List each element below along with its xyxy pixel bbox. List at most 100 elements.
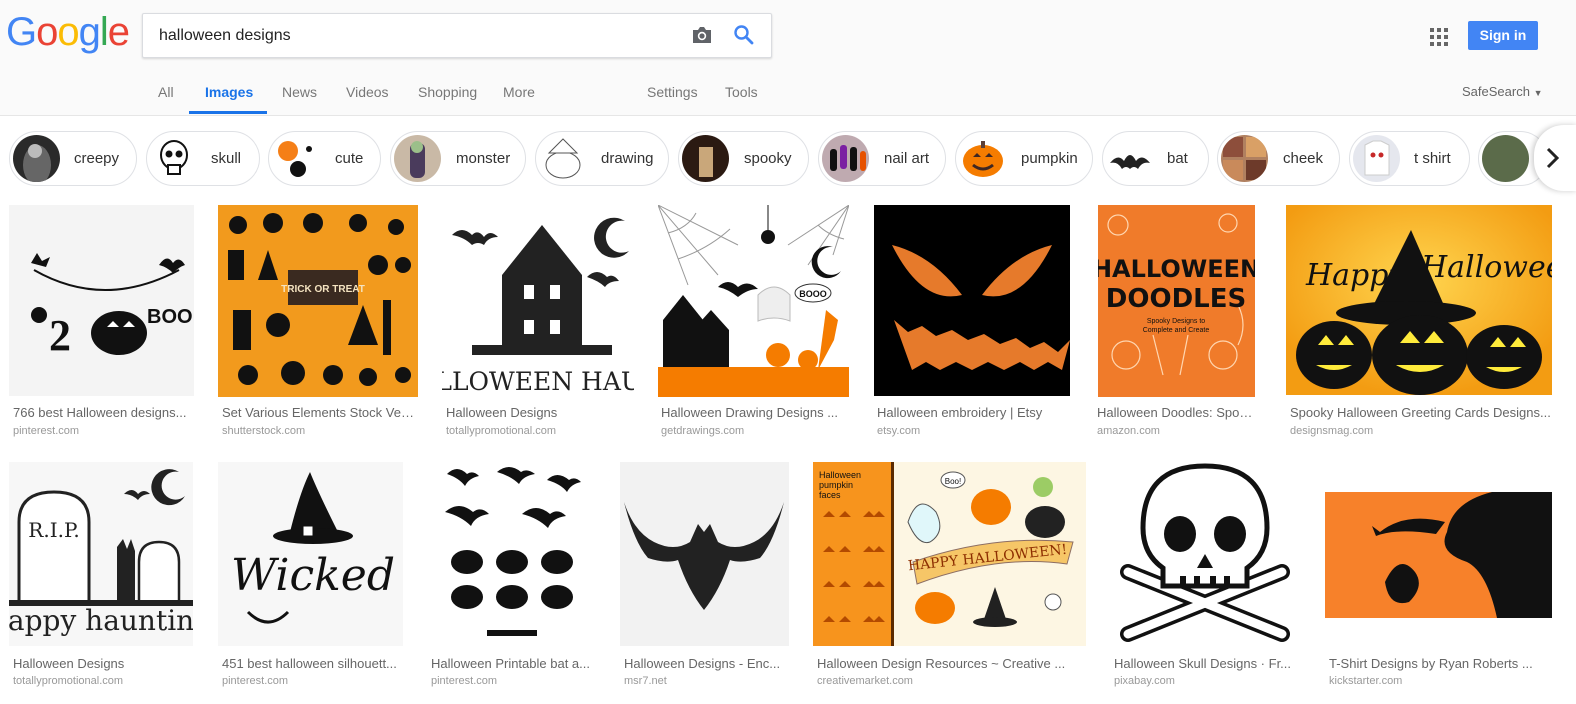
safesearch-label: SafeSearch	[1462, 84, 1530, 99]
chip-thumbnail	[13, 135, 60, 182]
tab-shopping[interactable]: Shopping	[418, 84, 477, 100]
chip-label: bat	[1167, 150, 1188, 167]
result-image[interactable]: TRICK OR TREAT	[218, 205, 418, 397]
result-title[interactable]: Halloween Designs	[13, 656, 193, 671]
chip-thumbnail	[1221, 135, 1268, 182]
booo-text: BOOO	[799, 289, 827, 299]
result-source: shutterstock.com	[222, 425, 306, 437]
apps-grid-icon[interactable]	[1430, 28, 1448, 46]
result-image[interactable]: HALLOWEEN DOODLES Spooky Designs to Comp…	[1098, 205, 1255, 397]
tab-images[interactable]: Images	[205, 84, 253, 100]
tab-all[interactable]: All	[158, 84, 174, 100]
result-title[interactable]: Halloween Doodles: Spoo...	[1097, 405, 1257, 420]
chip-bat[interactable]: bat	[1102, 131, 1209, 186]
chip-label: monster	[456, 150, 511, 167]
boo-bubble-text: Boo!	[945, 477, 961, 486]
result-image[interactable]: Halloween pumpkin faces Boo! HAPPY HALLO…	[813, 462, 1086, 646]
result-source: pinterest.com	[431, 675, 498, 687]
chip-drawing[interactable]: drawing	[535, 131, 669, 186]
logo-letter: e	[107, 10, 130, 54]
chip-thumbnail	[822, 135, 869, 182]
result-image[interactable]	[1110, 462, 1301, 646]
spooky-candle-image	[699, 147, 713, 177]
result-image[interactable]: R.I.P. happy haunting	[9, 462, 193, 646]
result-title[interactable]: Set Various Elements Stock Vec...	[222, 405, 417, 420]
result-title[interactable]: 766 best Halloween designs...	[13, 405, 193, 420]
spooky-tree-silhouette-image	[1325, 492, 1552, 618]
camera-icon[interactable]	[691, 25, 713, 45]
chip-thumbnail	[682, 135, 729, 182]
result-title[interactable]: Halloween Designs	[446, 405, 631, 420]
result-title[interactable]: Halloween Design Resources ~ Creative ..…	[817, 656, 1072, 671]
result-image[interactable]: 2 BOO!	[9, 205, 194, 396]
sign-in-button[interactable]: Sign in	[1468, 21, 1538, 50]
result-image[interactable]: BOOO	[658, 205, 849, 397]
jack-o-lantern-face-image	[892, 245, 1070, 370]
chip-label: cute	[335, 150, 364, 167]
result-image[interactable]	[874, 205, 1070, 396]
doodles-title-text: HALLOWEEN	[1098, 255, 1255, 283]
result-title[interactable]: 451 best halloween silhouett...	[222, 656, 402, 671]
logo-letter: G	[6, 10, 37, 54]
chip-thumbnail	[1353, 135, 1400, 182]
search-box	[142, 13, 772, 58]
search-icon[interactable]	[733, 24, 755, 46]
chip-label: nail art	[884, 150, 930, 167]
chip-label: pumpkin	[1021, 150, 1078, 167]
wicked-text: Wicked	[231, 550, 395, 601]
chip-cute[interactable]: cute	[268, 131, 381, 186]
tab-more[interactable]: More	[503, 84, 535, 100]
cute-pumpkin-spider-image	[278, 141, 312, 177]
pumpkin-image	[963, 141, 1003, 177]
skull-crossbones-image	[1120, 463, 1290, 642]
pumpkin-faces-text: pumpkin	[819, 480, 853, 490]
tab-videos[interactable]: Videos	[346, 84, 389, 100]
result-title[interactable]: Halloween Drawing Designs ...	[661, 405, 846, 420]
tab-news[interactable]: News	[282, 84, 317, 100]
logo-letter: o	[57, 10, 79, 54]
result-title[interactable]: T-Shirt Designs by Ryan Roberts ...	[1329, 656, 1539, 671]
doodles-subtitle-text: Spooky Designs to	[1147, 318, 1205, 325]
result-title[interactable]: Halloween Printable bat a...	[431, 656, 596, 671]
result-title[interactable]: Halloween Designs - Enc...	[624, 656, 789, 671]
result-source: creativemarket.com	[817, 675, 913, 687]
tab-settings[interactable]: Settings	[647, 84, 698, 100]
result-image[interactable]	[1325, 462, 1552, 646]
chip-pumpkin[interactable]: pumpkin	[955, 131, 1093, 186]
chip-spooky[interactable]: spooky	[678, 131, 809, 186]
result-source: designsmag.com	[1290, 425, 1374, 437]
result-title[interactable]: Halloween embroidery | Etsy	[877, 405, 1067, 420]
halloween-haunt-text: HALLOWEEN HAUNT	[442, 367, 634, 396]
result-title[interactable]: Halloween Skull Designs · Fr...	[1114, 656, 1294, 671]
next-chips-button[interactable]	[1534, 125, 1576, 191]
chip-thumbnail	[959, 135, 1006, 182]
chip-label: t shirt	[1414, 150, 1451, 167]
chip-thumbnail	[539, 135, 586, 182]
result-image[interactable]: HALLOWEEN HAUNT	[442, 205, 634, 397]
chip-creepy[interactable]: creepy	[9, 131, 137, 186]
result-title[interactable]: Spooky Halloween Greeting Cards Designs.…	[1290, 405, 1552, 420]
result-image[interactable]: Happy Halloween	[1286, 205, 1552, 395]
chip-t-shirt[interactable]: t shirt	[1349, 131, 1470, 186]
result-image[interactable]	[620, 462, 789, 646]
bat-image	[1110, 155, 1150, 169]
chip-label: spooky	[744, 150, 792, 167]
halloween-doodles-book-image: HALLOWEEN DOODLES Spooky Designs to Comp…	[1098, 213, 1255, 376]
cheek-collage-image	[1223, 137, 1266, 180]
pumpkin-faces-text: faces	[819, 490, 841, 500]
result-image[interactable]: Wicked	[218, 462, 403, 646]
wicked-witch-hat-image: Wicked	[231, 472, 395, 624]
chip-nail-art[interactable]: nail art	[818, 131, 946, 186]
safesearch-menu[interactable]: SafeSearch ▼	[1462, 84, 1542, 99]
halloween-elements-image: TRICK OR TREAT	[228, 213, 411, 386]
chip-skull[interactable]: skull	[146, 131, 260, 186]
tab-tools[interactable]: Tools	[725, 84, 758, 100]
boo-text: BOO!	[147, 306, 194, 328]
search-input[interactable]	[157, 23, 681, 49]
t-shirt-ghost-image	[1364, 140, 1390, 176]
google-logo[interactable]: Google	[6, 10, 130, 55]
result-source: msr7.net	[624, 675, 667, 687]
chip-monster[interactable]: monster	[390, 131, 526, 186]
chip-cheek[interactable]: cheek	[1217, 131, 1340, 186]
result-image[interactable]	[427, 462, 596, 646]
